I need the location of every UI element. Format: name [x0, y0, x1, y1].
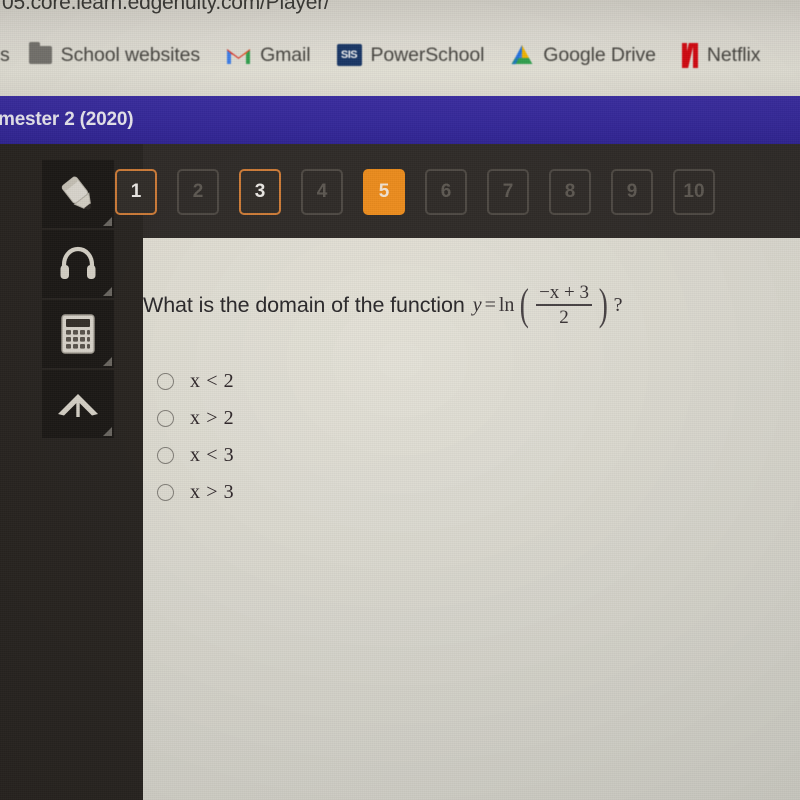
question-tab-3[interactable]: 3 [239, 169, 281, 215]
folder-icon [28, 42, 52, 64]
math-denominator: 2 [559, 307, 569, 329]
address-bar[interactable]: 05.core.learn.edgenuity.com/Player/ [0, 0, 800, 21]
calculator-tool-button[interactable] [42, 300, 114, 368]
bookmark-school-websites-label: School websites [60, 43, 201, 66]
radio-button-b[interactable] [157, 410, 174, 427]
pencil-icon [61, 176, 91, 210]
question-tab-1[interactable]: 1 [115, 169, 157, 215]
answer-option-d[interactable]: x > 3 [151, 474, 651, 511]
bookmark-netflix[interactable]: Netflix [669, 35, 773, 75]
answer-label-d: x > 3 [190, 481, 235, 503]
question-tabs: 1 2 3 4 5 6 7 8 9 10 [115, 168, 715, 216]
question-tab-6[interactable]: 6 [425, 169, 467, 215]
math-fraction-bar [536, 304, 593, 307]
tool-sidebar [0, 144, 143, 800]
answer-label-b: x > 2 [190, 407, 235, 429]
bookmark-google-drive-label: Google Drive [543, 43, 656, 66]
question-tab-5[interactable]: 5 [363, 169, 405, 215]
answer-label-a: x < 2 [190, 370, 235, 392]
answer-label-c: x < 3 [190, 444, 235, 466]
question-tab-4[interactable]: 4 [301, 169, 343, 215]
audio-tool-button[interactable] [42, 230, 114, 298]
bookmarks-bar: s School websites Gmail SIS PowerSchool … [0, 32, 800, 78]
answer-option-c[interactable]: x < 3 [151, 437, 651, 474]
answer-option-b[interactable]: x > 2 [151, 400, 651, 437]
math-expression: y = ln ( −x + 3 2 ) ? [472, 280, 623, 330]
browser-chrome: 05.core.learn.edgenuity.com/Player/ s Sc… [0, 0, 800, 100]
chevron-up-icon [58, 394, 98, 417]
course-banner: mester 2 (2020) [0, 96, 800, 144]
radio-button-c[interactable] [157, 447, 174, 464]
answer-options: x < 2 x > 2 x < 3 x > 3 [151, 363, 651, 511]
question-tab-10[interactable]: 10 [673, 169, 715, 215]
bookmark-gmail[interactable]: Gmail [213, 35, 323, 75]
bookmark-powerschool-label: PowerSchool [370, 43, 485, 66]
google-drive-icon [510, 44, 534, 66]
bookmark-partial-label: s [0, 43, 10, 66]
question-tab-9[interactable]: 9 [611, 169, 653, 215]
netflix-icon [681, 42, 698, 68]
question-tab-7[interactable]: 7 [487, 169, 529, 215]
sis-icon: SIS [336, 44, 362, 66]
calculator-icon [61, 314, 95, 354]
radio-button-a[interactable] [157, 373, 174, 390]
question-tab-2[interactable]: 2 [177, 169, 219, 215]
question-text: What is the domain of the function [143, 292, 465, 317]
question-card: What is the domain of the function y = l… [143, 238, 800, 800]
bookmark-partial[interactable]: s [0, 35, 16, 75]
bookmark-google-drive[interactable]: Google Drive [497, 35, 669, 75]
question-prompt: What is the domain of the function y = l… [143, 282, 800, 329]
bookmark-school-websites[interactable]: School websites [16, 35, 213, 75]
math-fraction: −x + 3 2 [536, 282, 593, 329]
bookmark-powerschool[interactable]: SIS PowerSchool [324, 35, 498, 75]
math-function: ln [498, 293, 515, 316]
math-lhs: y [472, 293, 482, 316]
gmail-icon [226, 46, 251, 65]
glossary-tool-button[interactable] [42, 370, 114, 438]
course-title: mester 2 (2020) [0, 109, 134, 130]
question-tab-8[interactable]: 8 [549, 169, 591, 215]
math-equals: = [484, 293, 496, 316]
bookmark-gmail-label: Gmail [260, 43, 311, 66]
radio-button-d[interactable] [157, 484, 174, 501]
question-mark: ? [613, 293, 623, 316]
bookmark-netflix-label: Netflix [706, 43, 761, 66]
headphones-icon [60, 246, 96, 279]
pencil-tool-button[interactable] [42, 160, 114, 228]
answer-option-a[interactable]: x < 2 [151, 363, 651, 400]
math-numerator: −x + 3 [539, 282, 590, 303]
